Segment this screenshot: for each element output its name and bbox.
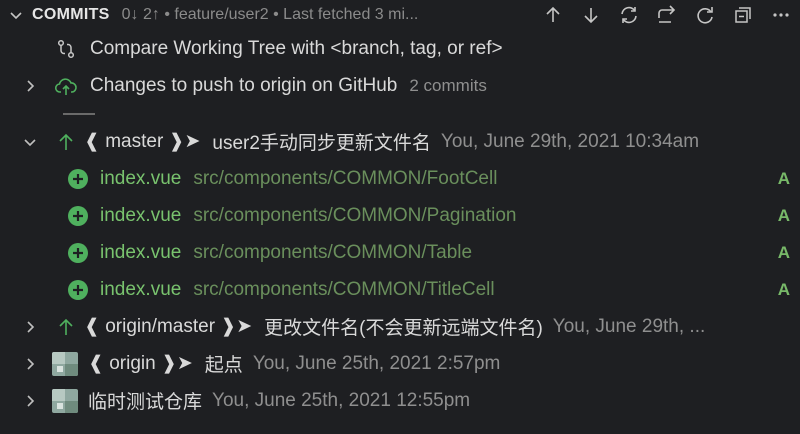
file-name: index.vue (100, 278, 182, 300)
chevron-right-icon[interactable] (18, 315, 42, 339)
file-status: A (777, 205, 790, 225)
avatar (52, 351, 78, 376)
file-path: src/components/COMMON/Table (193, 241, 473, 263)
branch-label: ❰ origin ❱➤ (88, 353, 193, 374)
commit-message: 起点 (204, 355, 243, 376)
changes-to-push-row[interactable]: Changes to push to origin on GitHub 2 co… (0, 67, 800, 104)
chevron-right-icon[interactable] (18, 389, 42, 413)
file-path: src/components/COMMON/Pagination (193, 204, 517, 226)
chevron-down-icon[interactable] (4, 3, 28, 27)
file-added-icon (66, 278, 90, 302)
chevron-right-icon[interactable] (18, 74, 42, 98)
commits-section-header[interactable]: COMMITS 0↓ 2↑ • feature/user2 • Last fet… (0, 0, 800, 30)
file-status: A (777, 242, 790, 262)
file-row[interactable]: index.vue src/components/COMMON/FootCell… (0, 160, 800, 197)
sync-icon[interactable] (616, 2, 642, 28)
file-name: index.vue (100, 241, 182, 263)
commit-meta: You, June 29th, ... (552, 315, 706, 337)
file-row[interactable]: index.vue src/components/COMMON/Paginati… (0, 197, 800, 234)
file-name: index.vue (100, 204, 182, 226)
compare-icon (54, 37, 78, 61)
push-icon[interactable] (540, 2, 566, 28)
arrow-up-icon (54, 130, 78, 154)
more-actions-icon[interactable] (768, 2, 794, 28)
file-row[interactable]: index.vue src/components/COMMON/TitleCel… (0, 271, 800, 308)
cloud-upload-icon (54, 74, 78, 98)
commit-meta: You, June 29th, 2021 10:34am (440, 130, 700, 152)
commit-row[interactable]: ❰ origin/master ❱➤ 更改文件名(不会更新远端文件名) You,… (0, 308, 800, 345)
separator (0, 104, 800, 123)
commit-row[interactable]: 临时测试仓库 You, June 25th, 2021 12:55pm (0, 382, 800, 419)
file-added-icon (66, 241, 90, 265)
file-added-icon (66, 204, 90, 228)
file-row[interactable]: index.vue src/components/COMMON/Table A (0, 234, 800, 271)
commit-message: 临时测试仓库 (88, 392, 203, 413)
chevron-down-icon[interactable] (18, 130, 42, 154)
commit-message: 更改文件名(不会更新远端文件名) (264, 318, 543, 339)
collapse-all-icon[interactable] (730, 2, 756, 28)
branch-label: ❰ master ❱➤ (84, 131, 201, 152)
changes-label: Changes to push to origin on GitHub (90, 74, 398, 96)
compare-working-tree-row[interactable]: Compare Working Tree with <branch, tag, … (0, 30, 800, 67)
arrow-up-icon (54, 315, 78, 339)
compare-label: Compare Working Tree with <branch, tag, … (90, 37, 503, 59)
pull-icon[interactable] (578, 2, 604, 28)
file-name: index.vue (100, 167, 182, 189)
file-added-icon (66, 167, 90, 191)
commit-meta: You, June 25th, 2021 12:55pm (212, 389, 471, 411)
section-toolbar (540, 2, 794, 28)
section-title: COMMITS (32, 6, 110, 23)
file-status: A (777, 279, 790, 299)
changes-count: 2 commits (409, 75, 487, 95)
avatar (52, 388, 78, 413)
file-path: src/components/COMMON/FootCell (193, 167, 498, 189)
commit-row[interactable]: ❰ origin ❱➤ 起点 You, June 25th, 2021 2:57… (0, 345, 800, 382)
refresh-icon[interactable] (692, 2, 718, 28)
commit-message: user2手动同步更新文件名 (212, 133, 431, 154)
commit-row[interactable]: ❰ master ❱➤ user2手动同步更新文件名 You, June 29t… (0, 123, 800, 160)
switch-branch-icon[interactable] (654, 2, 680, 28)
chevron-right-icon[interactable] (18, 352, 42, 376)
file-path: src/components/COMMON/TitleCell (193, 278, 495, 300)
file-status: A (777, 168, 790, 188)
commit-meta: You, June 25th, 2021 2:57pm (252, 352, 501, 374)
branch-label: ❰ origin/master ❱➤ (84, 316, 253, 337)
section-description: 0↓ 2↑ • feature/user2 • Last fetched 3 m… (121, 6, 419, 23)
